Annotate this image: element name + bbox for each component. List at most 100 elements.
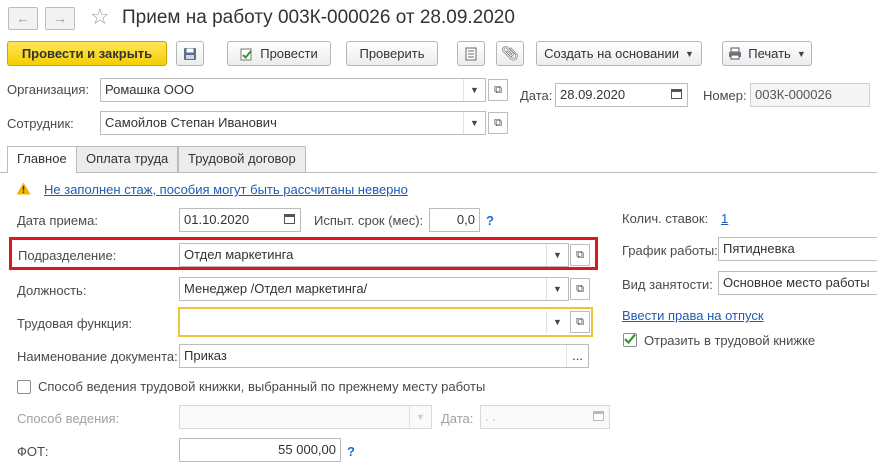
- document-name-label: Наименование документа:: [17, 349, 178, 364]
- dropdown-caret-icon: ▼: [796, 48, 806, 59]
- open-window-icon: ⧉: [576, 249, 584, 261]
- schedule-value: Пятидневка: [723, 241, 795, 256]
- date-field[interactable]: 28.09.2020: [555, 83, 688, 107]
- number-label: Номер:: [703, 88, 747, 103]
- reflect-in-workbook-label: Отразить в трудовой книжке: [644, 333, 816, 348]
- tab-payment[interactable]: Оплата труда: [76, 146, 179, 172]
- post-icon: [240, 48, 252, 60]
- reflect-in-workbook-checkbox[interactable]: [623, 333, 637, 347]
- post-button[interactable]: Провести: [227, 41, 331, 66]
- dropdown-arrow-icon[interactable]: ▼: [546, 311, 568, 333]
- employment-type-field[interactable]: Основное место работы: [718, 271, 877, 295]
- division-field[interactable]: Отдел маркетинга ▼: [179, 243, 569, 267]
- method-field[interactable]: ▼: [179, 405, 432, 429]
- save-button[interactable]: [176, 41, 204, 66]
- open-window-icon: ⧉: [494, 84, 502, 96]
- hire-date-label: Дата приема:: [17, 213, 98, 228]
- employment-type-value: Основное место работы: [723, 275, 870, 290]
- post-and-close-label: Провести и закрыть: [21, 46, 153, 61]
- employee-field[interactable]: Самойлов Степан Иванович ▼: [100, 111, 486, 135]
- division-value: Отдел маркетинга: [184, 247, 294, 262]
- schedule-field[interactable]: Пятидневка: [718, 237, 877, 261]
- forward-button[interactable]: →: [45, 7, 75, 30]
- organization-label: Организация:: [7, 82, 90, 97]
- dropdown-arrow-icon[interactable]: ▼: [463, 112, 485, 134]
- employee-value: Самойлов Степан Иванович: [105, 115, 277, 130]
- calendar-icon[interactable]: [278, 209, 300, 231]
- probation-label: Испыт. срок (мес):: [314, 213, 424, 228]
- labor-function-field[interactable]: ▼: [181, 310, 569, 334]
- dropdown-arrow-icon[interactable]: ▼: [546, 244, 568, 266]
- warning-icon: [16, 182, 31, 198]
- method-date-label: Дата:: [441, 411, 474, 426]
- method-date-field[interactable]: . .: [480, 405, 610, 429]
- open-window-icon: ⧉: [576, 316, 584, 328]
- fot-value: 55 000,00: [278, 442, 336, 457]
- schedule-label: График работы:: [622, 243, 718, 258]
- document-list-icon: [465, 47, 477, 60]
- attach-button[interactable]: 📎︎: [496, 41, 524, 66]
- employment-type-label: Вид занятости:: [622, 277, 713, 292]
- dropdown-caret-icon: ▼: [684, 48, 694, 59]
- window-title: Прием на работу 003К-000026 от 28.09.202…: [122, 7, 515, 28]
- calendar-icon[interactable]: [665, 84, 687, 106]
- tab-employment-contract[interactable]: Трудовой договор: [178, 146, 306, 172]
- open-window-icon: ⧉: [576, 283, 584, 295]
- open-employee-button[interactable]: ⧉: [488, 112, 508, 134]
- document-name-value: Приказ: [184, 348, 227, 363]
- open-division-button[interactable]: ⧉: [570, 244, 590, 266]
- help-icon[interactable]: ?: [486, 213, 494, 229]
- position-value: Менеджер /Отдел маркетинга/: [184, 281, 368, 296]
- fot-field[interactable]: 55 000,00: [179, 438, 341, 462]
- check-label: Проверить: [359, 46, 425, 61]
- journal-button[interactable]: [457, 41, 485, 66]
- vacation-rights-link[interactable]: Ввести права на отпуск: [622, 308, 764, 324]
- arrow-left-icon: ←: [16, 10, 30, 26]
- method-label: Способ ведения:: [17, 411, 120, 426]
- rates-label: Колич. ставок:: [622, 211, 709, 226]
- ellipsis-button[interactable]: ...: [566, 345, 588, 367]
- tab-employment-contract-label: Трудовой договор: [188, 151, 296, 166]
- rates-link[interactable]: 1: [721, 211, 728, 227]
- print-button[interactable]: Печать ▼: [722, 41, 812, 66]
- paperclip-icon: 📎︎: [501, 45, 519, 61]
- labor-function-label: Трудовая функция:: [17, 316, 133, 331]
- tab-payment-label: Оплата труда: [86, 151, 169, 166]
- workbook-method-label: Способ ведения трудовой книжки, выбранны…: [38, 379, 486, 394]
- save-icon: [184, 47, 196, 60]
- checkmark-icon: [624, 333, 636, 345]
- print-label: Печать: [748, 46, 791, 61]
- probation-field[interactable]: 0,0: [429, 208, 480, 232]
- date-value: 28.09.2020: [560, 87, 626, 102]
- division-label: Подразделение:: [18, 248, 117, 263]
- dropdown-arrow-icon[interactable]: ▼: [463, 79, 485, 101]
- workbook-method-checkbox[interactable]: [17, 380, 31, 394]
- organization-field[interactable]: Ромашка ООО ▼: [100, 78, 486, 102]
- position-field[interactable]: Менеджер /Отдел маркетинга/ ▼: [179, 277, 569, 301]
- help-icon[interactable]: ?: [347, 444, 355, 460]
- number-field[interactable]: 003К-000026: [750, 83, 870, 107]
- calendar-icon[interactable]: [587, 406, 609, 428]
- favorite-star-icon[interactable]: ☆: [90, 5, 110, 29]
- open-labor-function-button[interactable]: ⧉: [570, 311, 590, 333]
- arrow-right-icon: →: [53, 10, 67, 26]
- create-based-label: Создать на основании: [544, 46, 679, 61]
- hire-date-field[interactable]: 01.10.2020: [179, 208, 301, 232]
- open-window-icon: ⧉: [494, 117, 502, 129]
- open-organization-button[interactable]: ⧉: [488, 79, 508, 101]
- create-based-on-button[interactable]: Создать на основании ▼: [536, 41, 702, 66]
- open-position-button[interactable]: ⧉: [570, 278, 590, 300]
- dropdown-arrow-icon[interactable]: ▼: [546, 278, 568, 300]
- fot-label: ФОТ:: [17, 444, 49, 459]
- tab-main[interactable]: Главное: [7, 146, 77, 173]
- check-button[interactable]: Проверить: [346, 41, 438, 66]
- warning-link[interactable]: Не заполнен стаж, пособия могут быть рас…: [44, 182, 408, 198]
- tab-main-label: Главное: [17, 151, 67, 166]
- post-and-close-button[interactable]: Провести и закрыть: [7, 41, 167, 66]
- back-button[interactable]: ←: [8, 7, 38, 30]
- date-label: Дата:: [520, 88, 553, 103]
- document-name-field[interactable]: Приказ ...: [179, 344, 589, 368]
- organization-value: Ромашка ООО: [105, 82, 195, 97]
- hire-date-value: 01.10.2020: [184, 212, 250, 227]
- dropdown-arrow-icon[interactable]: ▼: [409, 406, 431, 428]
